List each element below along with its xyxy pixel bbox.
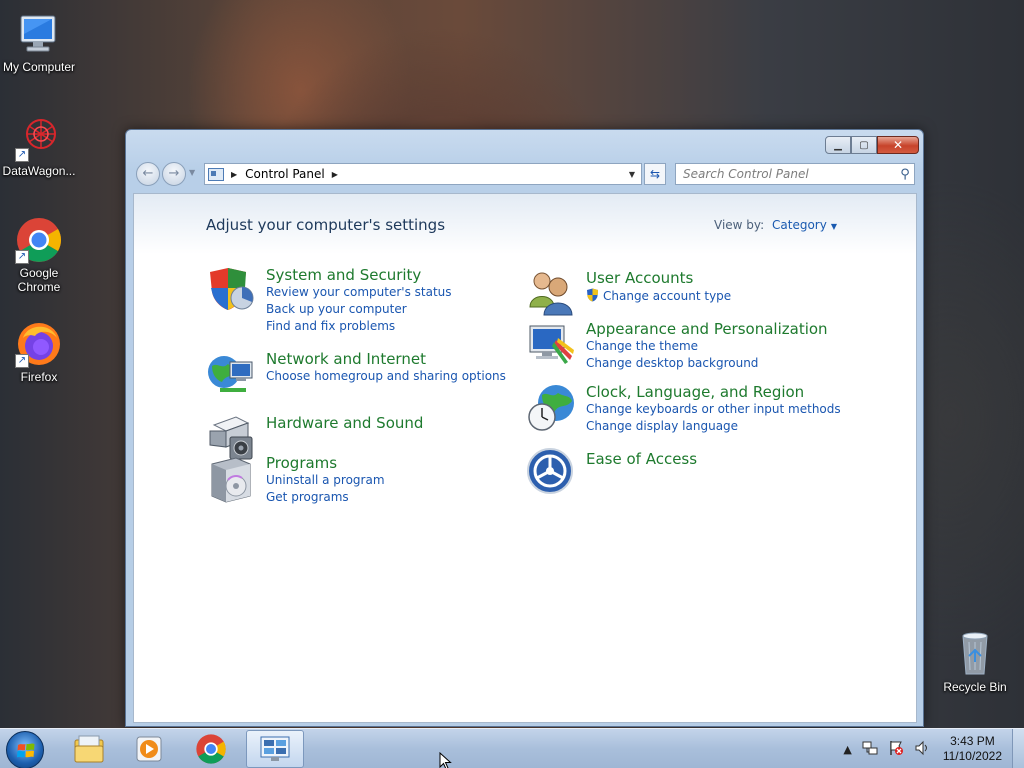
- forward-arrow-icon: →: [168, 166, 180, 181]
- desktop-icon-label: My Computer: [2, 60, 76, 74]
- ease-of-access-icon: [526, 447, 576, 497]
- shortcut-arrow-icon: ↗: [15, 354, 29, 368]
- media-player-icon: [136, 736, 162, 762]
- windows-logo-icon: [17, 743, 35, 758]
- desktop-icon-firefox[interactable]: ↗ Firefox: [0, 320, 78, 384]
- firefox-icon: ↗: [15, 320, 63, 368]
- close-icon: ✕: [892, 138, 904, 152]
- back-arrow-icon: ←: [142, 166, 154, 181]
- control-panel-icon: [260, 736, 290, 761]
- volume-icon[interactable]: [914, 740, 930, 759]
- close-button[interactable]: ✕: [877, 136, 919, 154]
- maximize-icon: ▢: [859, 139, 869, 151]
- minimize-button[interactable]: ▁: [825, 136, 851, 154]
- category-title[interactable]: User Accounts: [586, 269, 693, 287]
- forward-button[interactable]: →: [162, 162, 186, 186]
- address-bar[interactable]: ▶ Control Panel ▶ ▼: [204, 163, 642, 185]
- network-globe-icon: [206, 350, 256, 400]
- desktop-icon-chrome[interactable]: ↗ Google Chrome: [0, 216, 78, 294]
- control-panel-small-icon: [208, 167, 224, 181]
- taskbar-media-player[interactable]: [120, 730, 178, 768]
- view-by-value: Category: [772, 218, 827, 232]
- taskbar-explorer[interactable]: [60, 730, 118, 768]
- computer-icon: [15, 10, 63, 58]
- control-panel-window[interactable]: ▁ ▢ ✕ ← → ▼ ▶ Control Panel ▶ ▼ ⇆ ⚲ Adju…: [125, 129, 924, 727]
- category-title[interactable]: Network and Internet: [266, 350, 426, 368]
- clock[interactable]: 3:43 PM 11/10/2022: [943, 734, 1002, 764]
- clock-date: 11/10/2022: [942, 749, 1002, 763]
- desktop-icon-label: Firefox: [20, 370, 58, 384]
- users-icon: [526, 269, 576, 319]
- page-title: Adjust your computer's settings: [206, 216, 446, 234]
- address-dropdown-icon[interactable]: ▼: [623, 170, 641, 179]
- refresh-button[interactable]: ⇆: [644, 163, 666, 185]
- globe-clock-icon: [526, 383, 576, 433]
- desktop-icon-label: DataWagon...: [2, 164, 76, 178]
- show-desktop-button[interactable]: [1012, 729, 1024, 768]
- search-icon[interactable]: ⚲: [896, 167, 914, 182]
- link-change-desktop-background[interactable]: Change desktop background: [586, 356, 758, 370]
- chrome-icon: [196, 734, 226, 764]
- link-text: Change account type: [603, 289, 732, 303]
- desktop-icon-recycle-bin[interactable]: Recycle Bin: [936, 630, 1014, 694]
- link-review-status[interactable]: Review your computer's status: [266, 285, 452, 299]
- shortcut-arrow-icon: ↗: [15, 148, 29, 162]
- datawagon-icon: ↗: [15, 114, 63, 162]
- desktop-icon-label: Recycle Bin: [943, 680, 1007, 694]
- category-title[interactable]: System and Security: [266, 266, 421, 284]
- network-icon[interactable]: [862, 740, 878, 759]
- start-button[interactable]: [6, 731, 44, 768]
- recycle-bin-icon: [951, 630, 999, 678]
- link-change-keyboards[interactable]: Change keyboards or other input methods: [586, 402, 841, 416]
- breadcrumb-arrow-icon[interactable]: ▶: [332, 170, 338, 179]
- category-title[interactable]: Programs: [266, 454, 337, 472]
- monitor-paint-icon: [526, 320, 576, 370]
- navigation-bar: ← → ▼ ▶ Control Panel ▶ ▼ ⇆ ⚲: [134, 161, 915, 187]
- desktop-icon-datawagon[interactable]: ↗ DataWagon...: [0, 114, 78, 178]
- shield-icon: [206, 266, 256, 316]
- chrome-icon: ↗: [15, 216, 63, 264]
- view-by-dropdown[interactable]: Category ▼: [772, 218, 837, 232]
- maximize-button[interactable]: ▢: [851, 136, 877, 154]
- explorer-icon: [74, 735, 104, 763]
- category-title[interactable]: Clock, Language, and Region: [586, 383, 804, 401]
- link-get-programs[interactable]: Get programs: [266, 490, 349, 504]
- view-by-label: View by:: [714, 218, 765, 232]
- action-center-flag-icon[interactable]: [888, 740, 904, 759]
- link-back-up[interactable]: Back up your computer: [266, 302, 407, 316]
- desktop-icon-my-computer[interactable]: My Computer: [0, 10, 78, 74]
- taskbar-chrome[interactable]: [182, 730, 240, 768]
- shortcut-arrow-icon: ↗: [15, 250, 29, 264]
- back-button[interactable]: ←: [136, 162, 160, 186]
- clock-time: 3:43 PM: [950, 734, 995, 748]
- desktop-icon-label: Google Chrome: [17, 266, 61, 294]
- content-pane: Adjust your computer's settings View by:…: [133, 193, 917, 723]
- minimize-icon: ▁: [834, 139, 842, 151]
- link-uninstall-program[interactable]: Uninstall a program: [266, 473, 385, 487]
- breadcrumb-arrow-icon[interactable]: ▶: [231, 170, 237, 179]
- show-hidden-icons-icon[interactable]: ▲: [843, 743, 851, 756]
- link-find-fix-problems[interactable]: Find and fix problems: [266, 319, 395, 333]
- link-homegroup-sharing[interactable]: Choose homegroup and sharing options: [266, 369, 506, 383]
- caption-buttons: ▁ ▢ ✕: [825, 136, 919, 154]
- system-tray: ▲ 3:43 PM 11/10/2022: [838, 729, 1024, 768]
- category-title[interactable]: Hardware and Sound: [266, 414, 423, 432]
- category-title[interactable]: Appearance and Personalization: [586, 320, 828, 338]
- breadcrumb-control-panel[interactable]: Control Panel: [245, 167, 325, 181]
- programs-icon: [206, 454, 256, 504]
- mouse-cursor-icon: [439, 752, 452, 768]
- category-title[interactable]: Ease of Access: [586, 450, 697, 468]
- link-change-account-type[interactable]: Change account type: [586, 288, 731, 303]
- search-box[interactable]: ⚲: [675, 163, 915, 185]
- taskbar: ▲ 3:43 PM 11/10/2022: [0, 728, 1024, 768]
- link-change-theme[interactable]: Change the theme: [586, 339, 698, 353]
- uac-shield-icon: [587, 288, 598, 302]
- refresh-icon: ⇆: [649, 167, 661, 181]
- recent-pages-icon[interactable]: ▼: [189, 168, 195, 177]
- dropdown-caret-icon: ▼: [830, 222, 837, 231]
- search-input[interactable]: [676, 165, 896, 183]
- link-change-display-language[interactable]: Change display language: [586, 419, 738, 433]
- taskbar-control-panel[interactable]: [246, 730, 304, 768]
